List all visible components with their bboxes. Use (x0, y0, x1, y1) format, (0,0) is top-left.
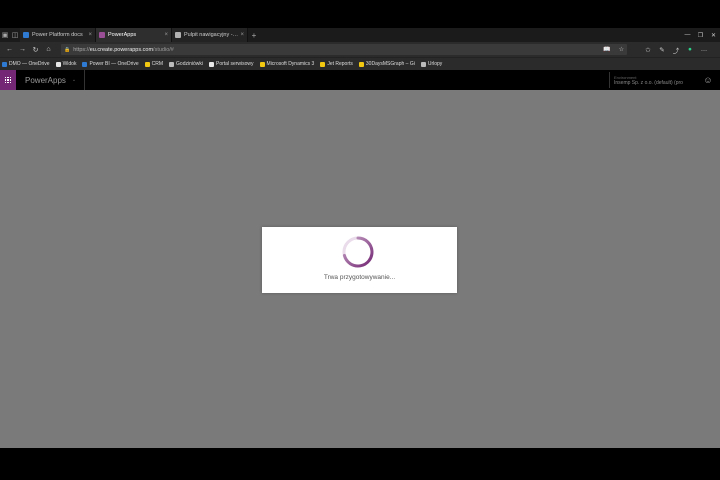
loading-message: Trwa przygotowywanie... (323, 274, 396, 281)
chevron-down-icon[interactable]: ⌄ (72, 77, 76, 83)
loading-overlay: Trwa przygotowywanie... (0, 90, 720, 448)
bookmark-item[interactable]: Godziniówki (169, 61, 203, 67)
favorites-list-icon[interactable]: ✩ (641, 46, 655, 54)
bookmark-item[interactable]: Widok (55, 61, 77, 67)
top-letterbox (0, 0, 720, 28)
bookmark-item[interactable]: Microsoft Dynamics 3 (259, 61, 315, 67)
bookmark-label: Urlopy (427, 61, 443, 67)
bookmark-label: Godziniówki (176, 61, 204, 67)
bookmark-label: Jet Reports (327, 61, 353, 67)
bookmarks-bar: DMO — OneDrive Widok Power BI — OneDrive… (0, 57, 720, 70)
loading-spinner-icon (342, 236, 374, 268)
app-name[interactable]: PowerApps (25, 76, 66, 85)
forward-button[interactable]: → (16, 43, 29, 56)
bookmark-item[interactable]: CRM (144, 61, 164, 67)
bookmark-icon (259, 61, 265, 67)
tab-close-icon[interactable]: × (88, 32, 92, 38)
account-icon[interactable]: ☺ (696, 75, 720, 85)
tab-favicon-icon (23, 32, 29, 38)
bookmark-label: Portal serwisowy (216, 61, 254, 67)
tab-favicon-icon (175, 32, 181, 38)
home-button[interactable]: ⌂ (42, 43, 55, 56)
notes-icon[interactable]: ✎ (655, 46, 669, 54)
environment-value: Insemp Sp. z o.o. (default) (pro (614, 79, 683, 86)
bookmark-item[interactable]: Jet Reports (320, 61, 353, 67)
browser-nav-bar: ← → ↻ ⌂ 🔒 https:// eu.create.powerapps.c… (0, 42, 720, 57)
browser-tab-strip: ▣ ◫ Power Platform docs × PowerApps × Pu… (0, 28, 720, 42)
bookmark-item[interactable]: Power BI — OneDrive (82, 61, 139, 67)
back-button[interactable]: ← (3, 43, 16, 56)
bookmark-icon (320, 61, 326, 67)
bookmark-icon (420, 61, 426, 67)
new-tab-button[interactable]: + (248, 28, 260, 42)
bookmark-item[interactable]: Portal serwisowy (209, 61, 254, 67)
tab-aside-icon[interactable]: ◫ (10, 28, 20, 42)
url-scheme: https:// (73, 46, 90, 53)
share-icon[interactable]: ⤴ (669, 45, 683, 55)
bookmark-icon (2, 61, 7, 67)
browser-tab[interactable]: Power Platform docs × (20, 28, 96, 42)
restore-button[interactable]: ❐ (694, 28, 707, 42)
refresh-button[interactable]: ↻ (29, 43, 42, 56)
bookmark-icon (55, 61, 61, 67)
tab-title: PowerApps (108, 32, 137, 38)
bookmark-label: Microsoft Dynamics 3 (266, 61, 315, 67)
powerapps-header: PowerApps ⌄ Environment Insemp Sp. z o.o… (0, 70, 720, 90)
bookmark-label: DMO — OneDrive (9, 61, 50, 67)
profile-icon[interactable]: ● (683, 46, 697, 53)
bookmark-item[interactable]: 30DaysMSGraph – Gi (358, 61, 415, 67)
bookmark-icon (169, 61, 175, 67)
browser-tab[interactable]: Pulpit nawigacyjny - Power × (172, 28, 248, 42)
header-divider (609, 72, 610, 88)
more-menu-icon[interactable]: … (697, 46, 711, 53)
bottom-letterbox (0, 448, 720, 480)
bookmark-label: Widok (62, 61, 77, 67)
reading-view-icon[interactable]: 📖 (603, 46, 610, 53)
environment-picker[interactable]: Environment Insemp Sp. z o.o. (default) … (614, 75, 696, 86)
bookmark-label: CRM (151, 61, 164, 67)
favorite-star-icon[interactable]: ☆ (619, 46, 624, 53)
bookmark-label: 30DaysMSGraph – Gi (365, 61, 415, 67)
tab-title: Power Platform docs (32, 32, 83, 38)
url-host: eu.create.powerapps.com (89, 46, 154, 53)
minimize-button[interactable]: — (681, 28, 694, 42)
tab-favicon-icon (99, 32, 105, 38)
bookmark-icon (82, 61, 88, 67)
close-window-button[interactable]: ✕ (707, 28, 720, 42)
tab-preview-icon[interactable]: ▣ (0, 28, 10, 42)
lock-icon: 🔒 (64, 46, 71, 53)
bookmark-label: Power BI — OneDrive (89, 61, 139, 67)
app-launcher-waffle-icon[interactable] (0, 70, 16, 90)
tab-close-icon[interactable]: × (240, 32, 244, 38)
url-path: /studio/# (153, 46, 174, 53)
tab-close-icon[interactable]: × (164, 32, 168, 38)
browser-tab-active[interactable]: PowerApps × (96, 28, 172, 42)
address-bar[interactable]: 🔒 https:// eu.create.powerapps.com /stud… (61, 44, 627, 55)
bookmark-item[interactable]: DMO — OneDrive (2, 61, 50, 67)
bookmark-icon (209, 61, 215, 67)
header-divider (84, 70, 86, 90)
tab-title: Pulpit nawigacyjny - Power (184, 32, 238, 38)
bookmark-item[interactable]: Urlopy (420, 61, 443, 67)
bookmark-icon (358, 61, 364, 67)
loading-dialog: Trwa przygotowywanie... (262, 227, 457, 293)
bookmark-icon (144, 61, 150, 67)
